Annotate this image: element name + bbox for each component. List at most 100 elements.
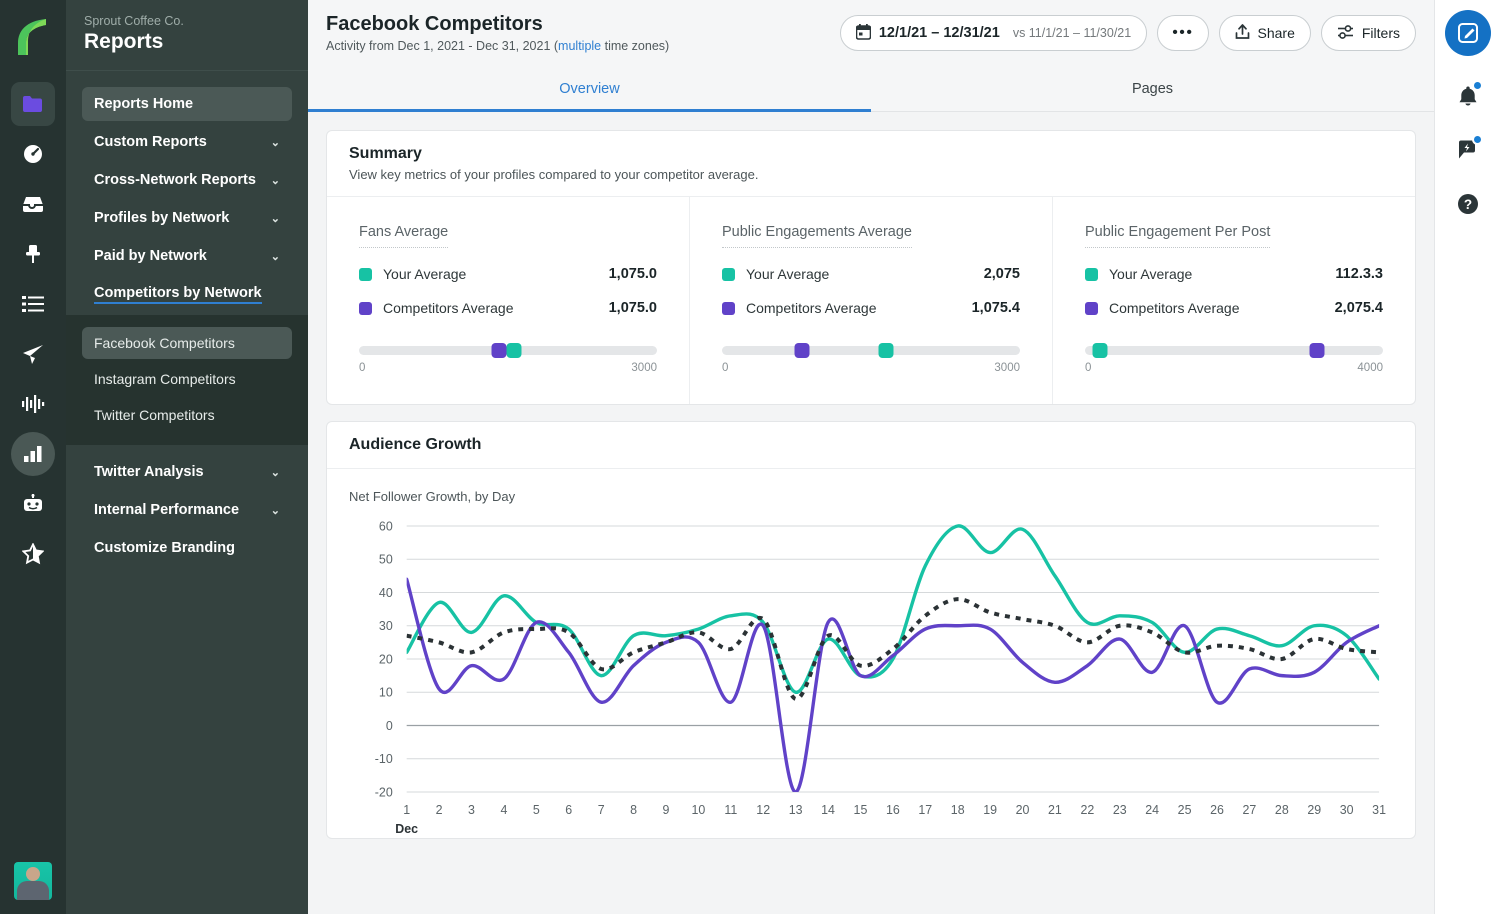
calendar-icon	[855, 23, 872, 43]
help-question-icon[interactable]: ?	[1448, 184, 1488, 224]
more-options-button[interactable]: •••	[1157, 15, 1209, 51]
audience-growth-body: Net Follower Growth, by Day 60 50 40 30 20 10…	[327, 469, 1415, 838]
filters-button[interactable]: Filters	[1320, 15, 1416, 51]
top-bar: Facebook Competitors Activity from Dec 1…	[308, 0, 1434, 66]
summary-title: Summary	[349, 145, 422, 162]
metric-your-average-row: Your Average 112.3.3	[1085, 266, 1383, 282]
send-paper-plane-icon[interactable]	[11, 332, 55, 376]
y-axis-tick-label: 0	[386, 719, 393, 733]
inbox-icon[interactable]	[11, 182, 55, 226]
chart-series-line	[406, 597, 1380, 701]
tab-bar: Overview Pages	[308, 66, 1434, 112]
audience-growth-header: Audience Growth	[327, 422, 1415, 469]
scale-min: 0	[722, 362, 729, 374]
share-button[interactable]: Share	[1218, 15, 1311, 51]
chart-series-line	[406, 577, 1380, 792]
sidebar-item-internal-performance[interactable]: Internal Performance ⌄	[82, 493, 292, 527]
tab-label: Overview	[559, 80, 620, 97]
metric-title: Fans Average	[359, 224, 449, 248]
dashboard-gauge-icon[interactable]	[11, 132, 55, 176]
sidebar-nav-list: Reports Home Custom Reports ⌄ Cross-Netw…	[66, 71, 308, 569]
teal-swatch	[1085, 267, 1098, 281]
listening-waveform-icon[interactable]	[11, 382, 55, 426]
legend-label: Competitors Average	[746, 300, 877, 316]
page-heading-block: Facebook Competitors Activity from Dec 1…	[326, 13, 669, 53]
legend-value: 1,075.0	[608, 266, 657, 282]
legend-label: Your Average	[1109, 266, 1193, 282]
y-axis-tick-label: 20	[379, 652, 393, 666]
audience-growth-card: Audience Growth Net Follower Growth, by …	[326, 421, 1416, 839]
sidebar-item-competitors-by-network[interactable]: Competitors by Network	[82, 277, 292, 311]
x-axis-tick-label: 23	[1113, 803, 1127, 817]
tab-pages[interactable]: Pages	[871, 66, 1434, 111]
page-subtitle: Activity from Dec 1, 2021 - Dec 31, 2021…	[326, 39, 669, 53]
content-scroll-area: Summary View key metrics of your profile…	[308, 112, 1434, 914]
tab-overview[interactable]: Overview	[308, 66, 871, 112]
subtitle-suffix: time zones)	[601, 39, 670, 53]
sidebar-title: Reports	[84, 30, 164, 53]
sidebar-subitem-twitter-competitors[interactable]: Twitter Competitors	[82, 399, 292, 431]
scale-max: 3000	[994, 362, 1020, 374]
summary-metrics: Fans Average Your Average 1,075.0 Compet…	[327, 197, 1415, 404]
legend-label: Your Average	[383, 266, 467, 282]
page-title: Facebook Competitors	[326, 13, 543, 35]
x-axis-tick-label: 17	[918, 803, 932, 817]
y-axis-tick-label: 30	[379, 619, 393, 633]
x-axis-tick-label: 21	[1048, 803, 1062, 817]
sidebar-subitem-facebook-competitors[interactable]: Facebook Competitors	[82, 327, 292, 359]
reports-bar-chart-icon[interactable]	[11, 432, 55, 476]
scale-min: 0	[359, 362, 366, 374]
avatar[interactable]	[14, 862, 52, 900]
sidebar: Sprout Coffee Co. Reports Reports Home C…	[66, 0, 308, 914]
legend-label: Your Average	[746, 266, 830, 282]
legend-value: 2,075.4	[1334, 300, 1383, 316]
y-axis-tick-label: 40	[379, 586, 393, 600]
metric-public-engagements-average: Public Engagements Average Your Average …	[690, 197, 1053, 404]
x-axis-tick-label: 27	[1243, 803, 1257, 817]
slider-knob-competitor	[794, 343, 810, 358]
net-follower-growth-line-chart[interactable]: 6050403020100-10-201 2 3 4 5 6 7 8 9 10 11 12 13 14 15…	[349, 518, 1393, 838]
folder-icon[interactable]	[11, 82, 55, 126]
sidebar-item-custom-reports[interactable]: Custom Reports ⌄	[82, 125, 292, 159]
subtitle-prefix: Activity from Dec 1, 2021 - Dec 31, 2021…	[326, 39, 559, 53]
sidebar-item-twitter-analysis[interactable]: Twitter Analysis ⌄	[82, 455, 292, 489]
x-axis-tick-label: 8	[630, 803, 637, 817]
purple-swatch	[1085, 301, 1098, 315]
compose-edit-icon[interactable]	[1444, 10, 1491, 56]
y-axis-tick-label: 60	[379, 519, 393, 533]
messages-bolt-icon[interactable]	[1448, 130, 1488, 170]
sprout-leaf-logo[interactable]	[13, 14, 53, 60]
x-axis-tick-label: 7	[598, 803, 605, 817]
sidebar-item-reports-home[interactable]: Reports Home	[82, 87, 292, 121]
x-axis-tick-label: 26	[1210, 803, 1224, 817]
x-axis-tick-label: 12	[756, 803, 770, 817]
sidebar-item-customize-branding[interactable]: Customize Branding	[82, 531, 292, 565]
date-range-picker[interactable]: 12/1/21 – 12/31/21 vs 11/1/21 – 11/30/21	[839, 15, 1148, 51]
metric-title: Public Engagements Average	[722, 224, 912, 248]
x-axis-tick-label: 31	[1372, 803, 1386, 817]
y-axis-tick-label: -10	[375, 752, 393, 766]
x-axis-tick-label: 28	[1275, 803, 1289, 817]
x-axis-tick-label: 3	[468, 803, 475, 817]
metric-fans-average: Fans Average Your Average 1,075.0 Compet…	[327, 197, 690, 404]
sidebar-subitem-instagram-competitors[interactable]: Instagram Competitors	[82, 363, 292, 395]
main-content: Facebook Competitors Activity from Dec 1…	[308, 0, 1434, 914]
more-dots-icon: •••	[1172, 24, 1194, 41]
chevron-down-icon: ⌄	[270, 174, 280, 187]
timezone-link[interactable]: multiple	[558, 39, 601, 53]
slider-knob-your	[878, 343, 894, 358]
x-axis-tick-label: 15	[854, 803, 868, 817]
svg-text:?: ?	[1463, 197, 1471, 212]
sidebar-subitem-label: Facebook Competitors	[94, 335, 235, 351]
sidebar-item-profiles-by-network[interactable]: Profiles by Network ⌄	[82, 201, 292, 235]
legend-label: Competitors Average	[1109, 300, 1240, 316]
publishing-pin-icon[interactable]	[11, 232, 55, 276]
notifications-bell-icon[interactable]	[1448, 76, 1488, 116]
metric-competitor-average-row: Competitors Average 1,075.0	[359, 300, 657, 316]
star-reviews-icon[interactable]	[11, 532, 55, 576]
list-tasks-icon[interactable]	[11, 282, 55, 326]
sidebar-item-cross-network-reports[interactable]: Cross-Network Reports ⌄	[82, 163, 292, 197]
share-upload-icon	[1235, 23, 1250, 43]
sidebar-item-paid-by-network[interactable]: Paid by Network ⌄	[82, 239, 292, 273]
bot-icon[interactable]	[11, 482, 55, 526]
